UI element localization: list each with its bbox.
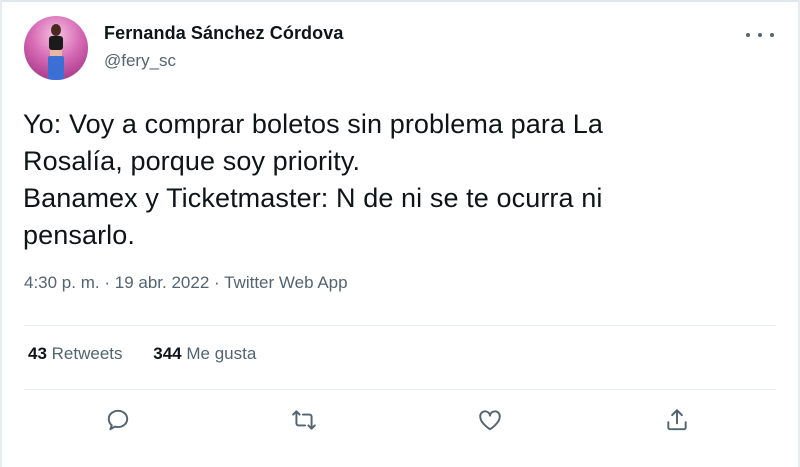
avatar-figure — [46, 24, 66, 80]
tweet-date[interactable]: 19 abr. 2022 — [115, 273, 210, 292]
retweets-count: 43 — [28, 344, 47, 363]
meta-separator: · — [214, 273, 220, 292]
meta-separator: · — [104, 273, 111, 292]
reply-icon — [107, 409, 129, 431]
tweet-source[interactable]: Twitter Web App — [224, 273, 347, 292]
frame-top-border — [0, 0, 800, 2]
tweet-text-line: pensarlo. — [23, 220, 135, 250]
like-button[interactable] — [474, 404, 506, 436]
likes-label: Me gusta — [186, 344, 257, 363]
tweet-stats: 43 Retweets 344 Me gusta — [28, 344, 282, 364]
tweet-text-line: Yo: Voy a comprar boletos sin problema p… — [23, 109, 603, 139]
action-bar — [0, 404, 800, 440]
divider — [24, 325, 776, 326]
tweet-text-line: Rosalía, porque soy priority. — [23, 146, 361, 176]
reply-button[interactable] — [102, 404, 134, 436]
author-handle[interactable]: @fery_sc — [104, 51, 176, 71]
retweet-icon — [292, 410, 316, 430]
like-icon — [479, 410, 501, 431]
retweets-stat[interactable]: 43 Retweets — [28, 344, 127, 363]
author-name[interactable]: Fernanda Sánchez Córdova — [104, 23, 343, 44]
likes-count: 344 — [153, 344, 182, 363]
share-icon — [667, 409, 687, 431]
frame-left-border — [0, 0, 2, 467]
tweet-text-line: Banamex y Ticketmaster: N de ni se te oc… — [23, 183, 603, 213]
retweet-button[interactable] — [288, 404, 320, 436]
avatar[interactable] — [24, 16, 88, 80]
divider — [24, 389, 776, 390]
share-button[interactable] — [661, 404, 693, 436]
tweet-meta: 4:30 p. m. · 19 abr. 2022 · Twitter Web … — [24, 273, 348, 293]
tweet-card: Fernanda Sánchez Córdova @fery_sc Yo: Vo… — [0, 0, 800, 467]
likes-stat[interactable]: 344 Me gusta — [153, 344, 256, 363]
tweet-text: Yo: Voy a comprar boletos sin problema p… — [23, 106, 723, 254]
tweet-time[interactable]: 4:30 p. m. — [24, 273, 100, 292]
retweets-label: Retweets — [51, 344, 123, 363]
more-options-icon[interactable] — [746, 25, 774, 45]
